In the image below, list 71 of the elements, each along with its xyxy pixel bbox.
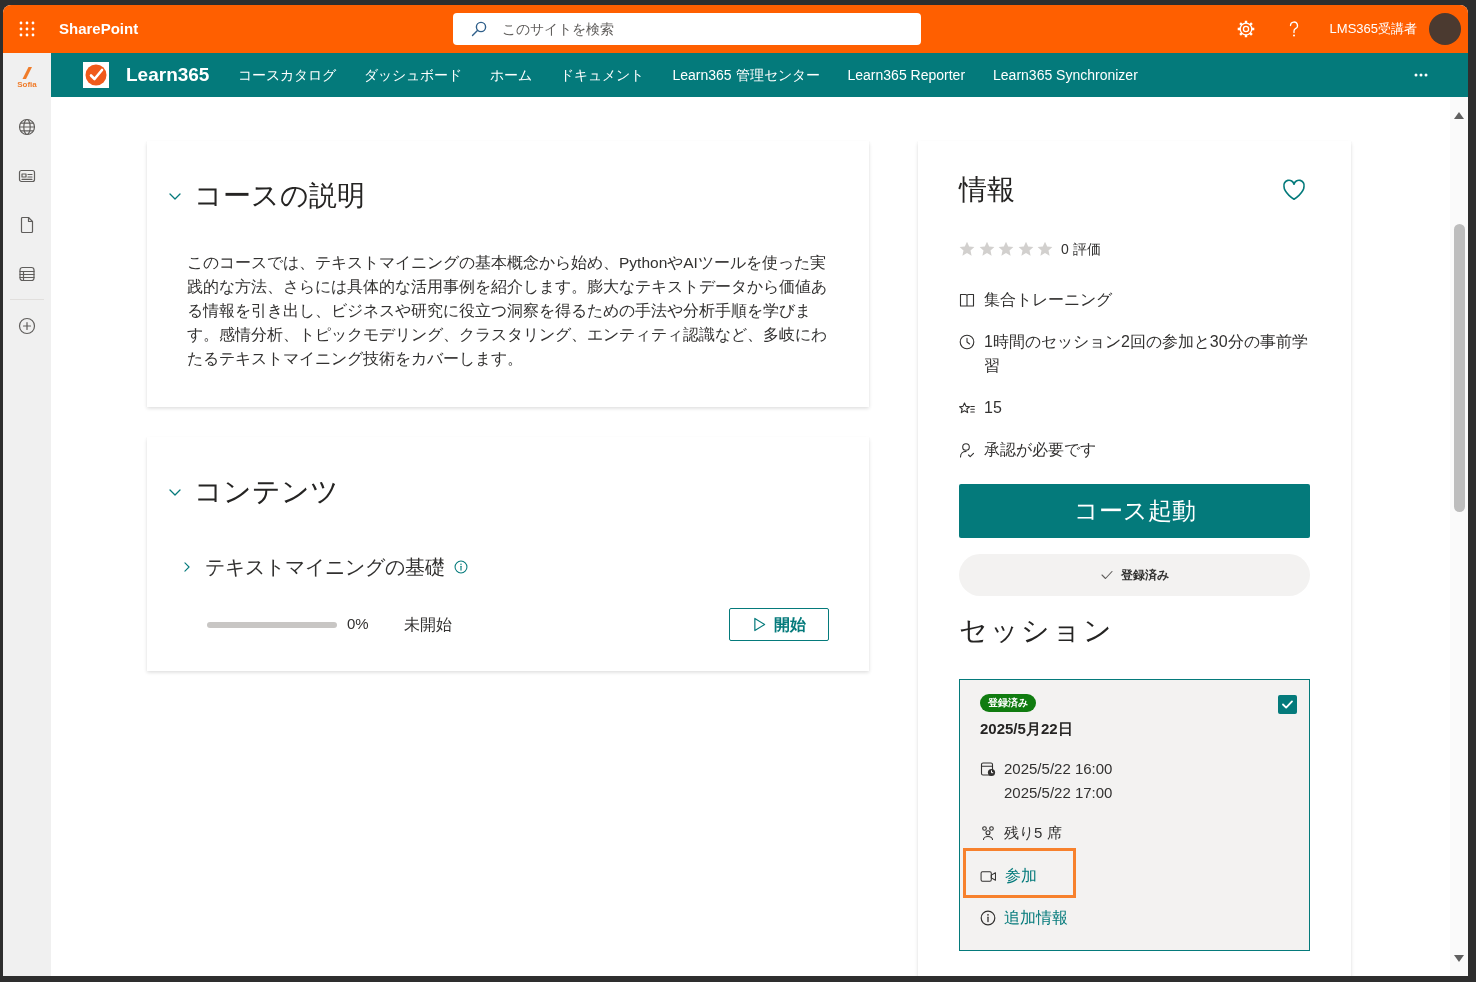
sessions-title: セッション bbox=[959, 614, 1115, 648]
heart-icon[interactable] bbox=[1282, 179, 1306, 201]
scrollbar-thumb[interactable] bbox=[1453, 224, 1465, 512]
add-icon[interactable] bbox=[18, 316, 36, 335]
launch-course-button[interactable]: コース起動 bbox=[959, 484, 1310, 538]
calendar-clock-icon bbox=[980, 761, 996, 777]
end-time: 2025/5/22 17:00 bbox=[1004, 783, 1113, 803]
chevron-right-icon[interactable] bbox=[184, 562, 190, 572]
check-logo-icon[interactable] bbox=[83, 62, 109, 88]
video-camera-icon bbox=[980, 869, 997, 883]
star-icon[interactable] bbox=[1017, 241, 1034, 257]
start-button[interactable]: 開始 bbox=[729, 608, 829, 641]
scroll-up-icon[interactable] bbox=[1454, 112, 1464, 119]
search-icon bbox=[471, 21, 487, 37]
clock-icon bbox=[959, 334, 975, 350]
star-list-icon bbox=[959, 400, 975, 416]
nav-link[interactable]: Learn365 Reporter bbox=[847, 64, 966, 86]
search-field[interactable]: このサイトを検索 bbox=[453, 13, 921, 45]
nav-link[interactable]: Learn365 Synchronizer bbox=[993, 64, 1138, 86]
nav-link[interactable]: ダッシュボード bbox=[364, 64, 463, 86]
star-icon[interactable] bbox=[1037, 241, 1053, 257]
rating-text: 0 評価 bbox=[1061, 239, 1101, 259]
section-title[interactable]: コースの説明 bbox=[194, 176, 365, 216]
session-checkbox[interactable] bbox=[1278, 695, 1297, 714]
slash-icon bbox=[22, 66, 32, 79]
detail-text: 15 bbox=[984, 398, 1002, 418]
play-icon bbox=[752, 617, 766, 632]
chevron-down-icon[interactable] bbox=[169, 488, 181, 496]
chevron-down-icon[interactable] bbox=[169, 192, 181, 200]
description-text: このコースでは、テキストマイニングの基本概念から始め、PythonやAIツールを使った実践的な方法、さらには具体的な活用事例を紹介します。膨大なテキストデータから価値ある情報を引き出し、ビジネスや研究に役立つ洞察を得るための手法や分析手順を学びます。感情分析、トピックモデリング、クラスタリング、エンティティ認識など、多岐にわたるテキストマイニング技術をカバーします。 bbox=[187, 253, 828, 369]
info-icon bbox=[980, 910, 996, 926]
site-title[interactable]: Learn365 bbox=[126, 60, 210, 90]
help-icon[interactable] bbox=[1287, 20, 1300, 38]
enrolled-button[interactable]: 登録済み bbox=[959, 554, 1310, 596]
star-icon[interactable] bbox=[978, 241, 995, 257]
app-launcher-icon[interactable] bbox=[19, 21, 35, 37]
more-icon[interactable] bbox=[1414, 73, 1428, 77]
module-title[interactable]: テキストマイニングの基礎 bbox=[205, 552, 445, 582]
section-title[interactable]: コンテンツ bbox=[194, 472, 339, 512]
user-avatar[interactable] bbox=[1429, 13, 1461, 45]
start-time: 2025/5/22 16:00 bbox=[1004, 759, 1113, 779]
progress-percent: 0% bbox=[347, 614, 369, 635]
people-icon bbox=[980, 825, 996, 841]
join-link[interactable]: 参加 bbox=[980, 864, 1037, 888]
detail-text: 集合トレーニング bbox=[984, 290, 1112, 310]
nav-link[interactable]: ドキュメント bbox=[560, 64, 645, 86]
star-icon[interactable] bbox=[959, 241, 975, 257]
detail-text: 承認が必要です bbox=[984, 440, 1096, 460]
info-icon[interactable] bbox=[454, 560, 468, 574]
status-badge: 登録済み bbox=[980, 694, 1036, 712]
user-name[interactable]: LMS365受講者 bbox=[1329, 19, 1417, 39]
panel-title: 情報 bbox=[959, 173, 1015, 207]
scroll-down-icon[interactable] bbox=[1454, 955, 1464, 962]
app-name[interactable]: SharePoint bbox=[59, 17, 139, 41]
globe-icon[interactable] bbox=[18, 117, 36, 136]
more-info-link[interactable]: 追加情報 bbox=[980, 906, 1068, 930]
checkmark-icon bbox=[1282, 700, 1293, 709]
person-approval-icon bbox=[959, 442, 975, 458]
seats-text: 残り5 席 bbox=[1004, 823, 1062, 843]
status-text: 未開始 bbox=[403, 614, 452, 635]
star-icon[interactable] bbox=[998, 241, 1014, 257]
nav-link[interactable]: ホーム bbox=[490, 64, 533, 86]
settings-icon[interactable] bbox=[1235, 19, 1256, 39]
nav-link[interactable]: Learn365 管理センター bbox=[672, 64, 820, 86]
book-icon bbox=[959, 292, 975, 308]
checkmark-icon bbox=[1100, 570, 1113, 580]
list-icon[interactable] bbox=[18, 264, 36, 283]
detail-text: 1時間のセッション2回の参加と30分の事前学習 bbox=[984, 332, 1309, 376]
session-date: 2025/5月22日 bbox=[980, 719, 1074, 739]
nav-link[interactable]: コースカタログ bbox=[238, 64, 337, 86]
document-icon[interactable] bbox=[18, 215, 36, 234]
